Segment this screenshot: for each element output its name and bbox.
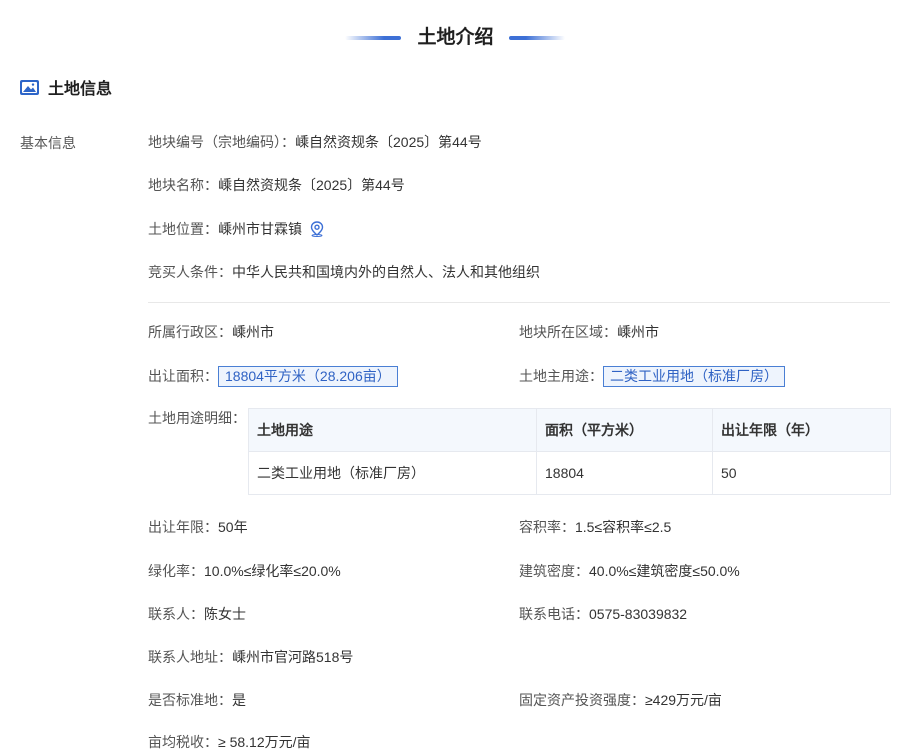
transfer-years-value: 50年 (218, 519, 248, 535)
standard-land-value: 是 (232, 692, 246, 708)
table-header-cell: 面积（平方米） (536, 408, 713, 452)
plot-ratio-row: 容积率： 1.5≤容积率≤2.5 (519, 517, 671, 537)
transfer-years-row: 出让年限： 50年 (148, 517, 248, 537)
transfer-years-label: 出让年限： (148, 519, 218, 535)
table-cell: 二类工业用地（标准厂房） (248, 451, 537, 495)
table-header-cell: 出让年限（年） (712, 408, 891, 452)
standard-land-row: 是否标准地： 是 (148, 690, 246, 710)
table-cell: 50 (712, 451, 891, 495)
location-label: 土地位置： (148, 221, 218, 237)
tax-per-mu-label: 亩均税收： (148, 734, 218, 750)
contact-address-value: 嵊州市官河路518号 (232, 649, 354, 665)
table-header-row: 土地用途 面积（平方米） 出让年限（年） (248, 408, 891, 452)
contact-row: 联系人： 陈女士 (148, 604, 246, 624)
parcel-area-region-value: 嵊州市 (617, 324, 659, 340)
investment-intensity-value: ≥429万元/亩 (645, 692, 722, 708)
main-use-label: 土地主用途： (519, 368, 603, 384)
section-header: 土地介绍 (0, 24, 911, 52)
main-use-row: 土地主用途： 二类工业用地（标准厂房） (519, 365, 785, 387)
header-decor-right (509, 36, 565, 40)
parcel-area-region-label: 地块所在区域： (519, 324, 617, 340)
parcel-no-label: 地块编号（宗地编码）： (148, 134, 295, 150)
use-detail-label: 土地用途明细： (148, 410, 246, 426)
building-density-row: 建筑密度： 40.0%≤建筑密度≤50.0% (519, 561, 740, 581)
parcel-name-value: 嵊自然资规条〔2025〕第44号 (218, 177, 405, 193)
section-title: 土地信息 (48, 81, 113, 98)
phone-row: 联系电话： 0575-83039832 (519, 604, 687, 624)
investment-intensity-label: 固定资产投资强度： (519, 692, 645, 708)
bidder-condition-label: 竞买人条件： (148, 264, 232, 280)
admin-region-row: 所属行政区： 嵊州市 (148, 322, 274, 342)
basic-info-label: 基本信息 (20, 135, 76, 151)
contact-address-label: 联系人地址： (148, 649, 232, 665)
tax-per-mu-row: 亩均税收： ≥ 58.12万元/亩 (148, 732, 311, 752)
location-value: 嵊州市甘霖镇 (218, 221, 302, 237)
use-detail-row: 土地用途明细： (148, 408, 246, 428)
main-use-value: 二类工业用地（标准厂房） (603, 365, 785, 387)
admin-region-value: 嵊州市 (232, 324, 274, 340)
transfer-area-value: 18804平方米（28.206亩） (218, 365, 398, 387)
investment-intensity-row: 固定资产投资强度： ≥429万元/亩 (519, 690, 722, 710)
land-use-table: 土地用途 面积（平方米） 出让年限（年） 二类工业用地（标准厂房） 18804 … (248, 408, 891, 495)
table-row: 二类工业用地（标准厂房） 18804 50 (248, 451, 891, 495)
green-ratio-label: 绿化率： (148, 563, 204, 579)
parcel-name-row: 地块名称： 嵊自然资规条〔2025〕第44号 (148, 175, 405, 195)
land-info-section-title: 土地信息 (20, 76, 112, 98)
parcel-area-region-row: 地块所在区域： 嵊州市 (519, 322, 659, 342)
phone-value: 0575-83039832 (589, 606, 688, 622)
location-pin-icon[interactable] (310, 221, 324, 237)
standard-land-label: 是否标准地： (148, 692, 232, 708)
green-ratio-value: 10.0%≤绿化率≤20.0% (204, 563, 341, 579)
page-title: 土地介绍 (417, 27, 494, 48)
building-density-value: 40.0%≤建筑密度≤50.0% (589, 563, 740, 579)
contact-label: 联系人： (148, 606, 204, 622)
table-header-cell: 土地用途 (248, 408, 537, 452)
transfer-area-row: 出让面积： 18804平方米（28.206亩） (148, 365, 398, 387)
tax-per-mu-value: ≥ 58.12万元/亩 (218, 734, 311, 750)
plot-ratio-value: 1.5≤容积率≤2.5 (575, 519, 672, 535)
contact-address-row: 联系人地址： 嵊州市官河路518号 (148, 647, 353, 667)
image-icon (20, 79, 39, 95)
transfer-area-label: 出让面积： (148, 368, 218, 384)
parcel-name-label: 地块名称： (148, 177, 218, 193)
table-cell: 18804 (536, 451, 713, 495)
bidder-condition-row: 竞买人条件： 中华人民共和国境内外的自然人、法人和其他组织 (148, 262, 540, 282)
plot-ratio-label: 容积率： (519, 519, 575, 535)
building-density-label: 建筑密度： (519, 563, 589, 579)
parcel-no-value: 嵊自然资规条〔2025〕第44号 (295, 134, 482, 150)
parcel-no-row: 地块编号（宗地编码）： 嵊自然资规条〔2025〕第44号 (148, 132, 482, 152)
location-row: 土地位置： 嵊州市甘霖镇 (148, 219, 324, 239)
divider (148, 302, 890, 303)
phone-label: 联系电话： (519, 606, 589, 622)
contact-value: 陈女士 (204, 606, 246, 622)
admin-region-label: 所属行政区： (148, 324, 232, 340)
green-ratio-row: 绿化率： 10.0%≤绿化率≤20.0% (148, 561, 341, 581)
bidder-condition-value: 中华人民共和国境内外的自然人、法人和其他组织 (232, 264, 540, 280)
